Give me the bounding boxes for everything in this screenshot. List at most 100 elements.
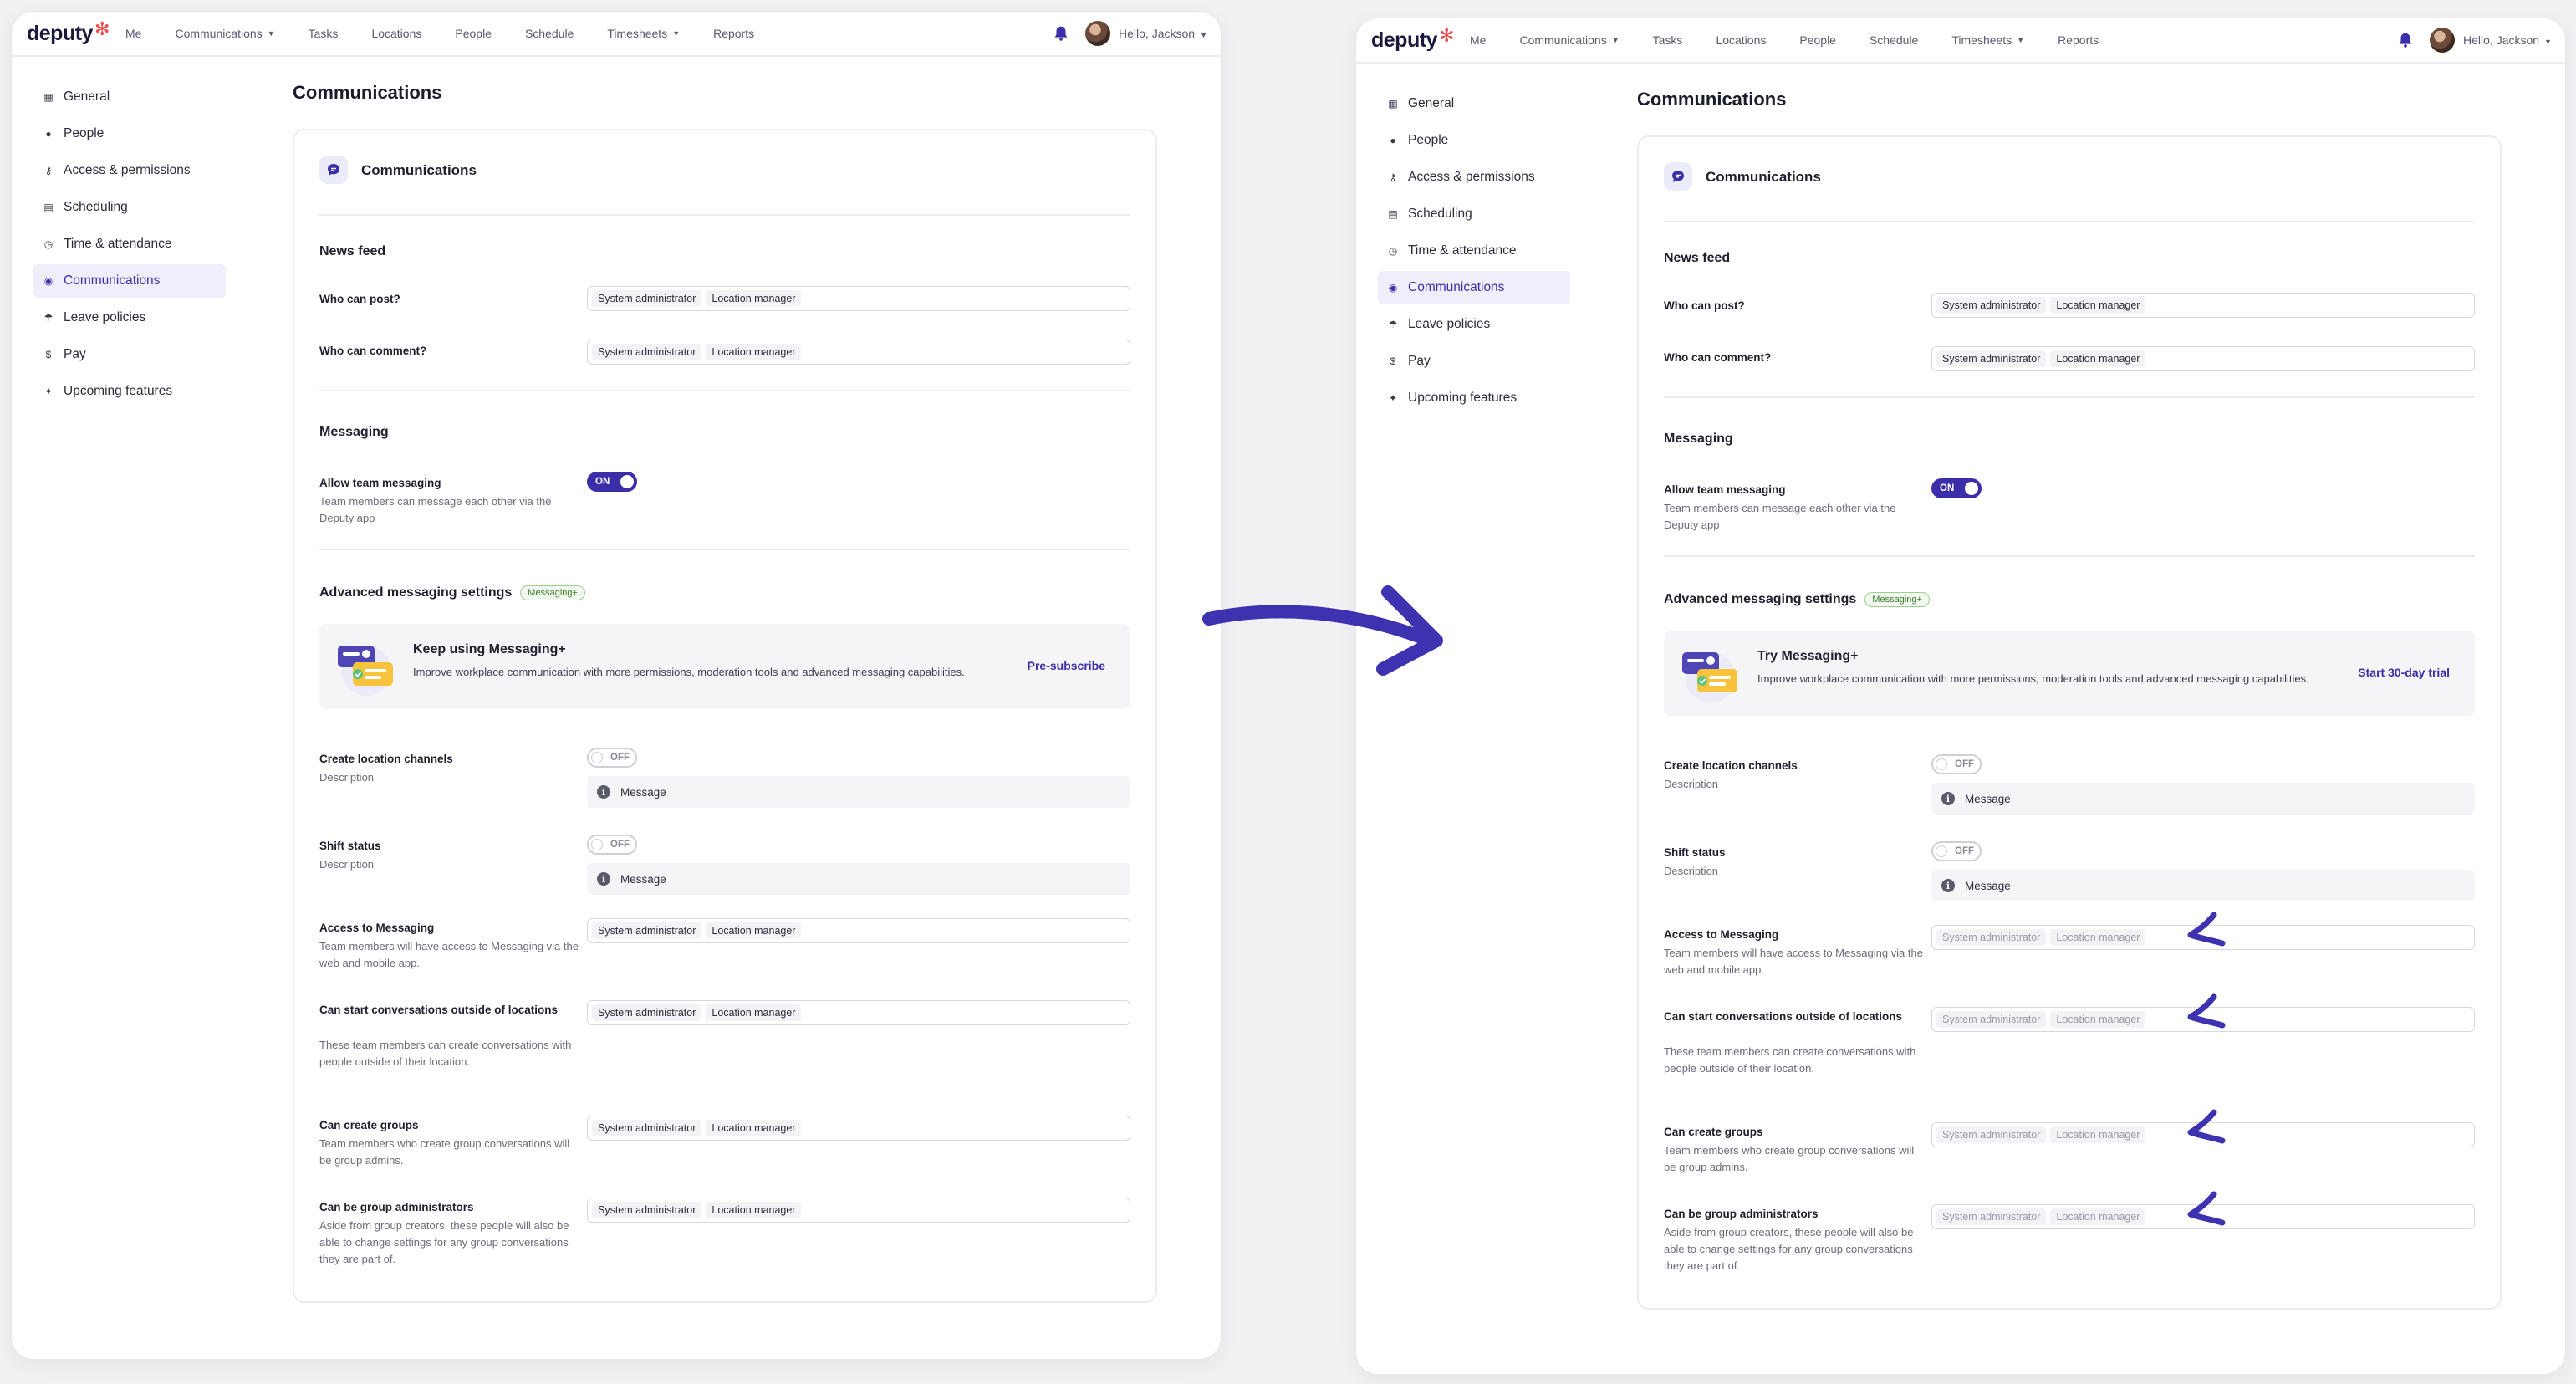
chip-location-manager[interactable]: Location manager bbox=[2050, 1126, 2146, 1143]
chip-system-administrator[interactable]: System administrator bbox=[592, 1004, 702, 1021]
sidebar-item-time[interactable]: ◷ Time & attendance bbox=[1378, 234, 1570, 268]
sidebar-item-general[interactable]: ▦ General bbox=[1378, 87, 1570, 120]
sidebar-item-upcoming[interactable]: ✦ Upcoming features bbox=[33, 375, 226, 408]
sidebar-item-people[interactable]: ● People bbox=[33, 117, 226, 151]
messaging-heading: Messaging bbox=[319, 425, 389, 439]
nav-me[interactable]: Me bbox=[1470, 33, 1486, 47]
nav-timesheets[interactable]: Timesheets ▼ bbox=[607, 27, 680, 40]
create-groups-select[interactable]: System administrator Location manager bbox=[587, 1116, 1130, 1141]
avatar[interactable] bbox=[2430, 28, 2456, 53]
advanced-heading: Advanced messaging settings Messaging+ bbox=[1664, 592, 1930, 607]
allow-team-messaging-toggle[interactable]: ON bbox=[587, 472, 637, 492]
create-location-channels-toggle[interactable]: OFF bbox=[587, 748, 637, 768]
chip-location-manager[interactable]: Location manager bbox=[706, 344, 802, 360]
chip-location-manager[interactable]: Location manager bbox=[706, 1120, 802, 1136]
allow-team-messaging-label: Allow team messaging bbox=[1664, 483, 1786, 496]
sidebar-item-leave[interactable]: ☂ Leave policies bbox=[33, 301, 226, 335]
info-icon: i bbox=[1941, 792, 1955, 805]
nav-timesheets[interactable]: Timesheets ▼ bbox=[1951, 33, 2024, 47]
who-can-post-select[interactable]: System administrator Location manager bbox=[1931, 293, 2475, 318]
sidebar-item-scheduling[interactable]: ▤ Scheduling bbox=[33, 191, 226, 224]
chip-location-manager[interactable]: Location manager bbox=[2050, 929, 2146, 946]
messaging-plus-promo: Keep using Messaging+ Improve workplace … bbox=[319, 624, 1130, 709]
chip-system-administrator[interactable]: System administrator bbox=[1936, 929, 2047, 946]
create-location-channels-toggle[interactable]: OFF bbox=[1931, 754, 1982, 774]
chat-icon: ◉ bbox=[1388, 282, 1398, 294]
who-can-comment-select[interactable]: System administrator Location manager bbox=[587, 340, 1130, 365]
who-can-post-select[interactable]: System administrator Location manager bbox=[587, 286, 1130, 311]
chat-bubbles-illustration-icon bbox=[338, 646, 393, 696]
nav-locations[interactable]: Locations bbox=[371, 27, 421, 40]
chip-location-manager[interactable]: Location manager bbox=[2050, 1011, 2146, 1028]
sidebar-item-access[interactable]: ⚷ Access & permissions bbox=[1378, 161, 1570, 194]
chip-location-manager[interactable]: Location manager bbox=[2050, 297, 2146, 314]
nav-locations[interactable]: Locations bbox=[1716, 33, 1766, 47]
shift-status-toggle[interactable]: OFF bbox=[1931, 841, 1982, 861]
chip-system-administrator[interactable]: System administrator bbox=[1936, 1126, 2047, 1143]
sidebar-item-scheduling[interactable]: ▤ Scheduling bbox=[1378, 197, 1570, 231]
chip-system-administrator[interactable]: System administrator bbox=[592, 1202, 702, 1218]
chip-location-manager[interactable]: Location manager bbox=[706, 1004, 802, 1021]
chip-system-administrator[interactable]: System administrator bbox=[592, 1120, 702, 1136]
chip-location-manager[interactable]: Location manager bbox=[706, 922, 802, 939]
sidebar-item-leave[interactable]: ☂ Leave policies bbox=[1378, 308, 1570, 341]
create-groups-label: Can create groups bbox=[1664, 1126, 1763, 1138]
avatar[interactable] bbox=[1085, 21, 1111, 46]
sidebar-item-pay[interactable]: $ Pay bbox=[1378, 345, 1570, 378]
sidebar-item-time[interactable]: ◷ Time & attendance bbox=[33, 227, 226, 261]
user-menu[interactable]: Hello, Jackson ▼ bbox=[1119, 27, 1207, 40]
chip-system-administrator[interactable]: System administrator bbox=[1936, 350, 2047, 367]
person-icon: ● bbox=[1390, 135, 1396, 146]
sidebar-item-access[interactable]: ⚷ Access & permissions bbox=[33, 154, 226, 187]
divider bbox=[1664, 396, 2475, 398]
chip-location-manager[interactable]: Location manager bbox=[2050, 1208, 2146, 1225]
nav-schedule[interactable]: Schedule bbox=[525, 27, 574, 40]
nav-people[interactable]: People bbox=[1799, 33, 1836, 47]
palm-tree-icon: ☂ bbox=[1388, 319, 1398, 330]
group-admins-select[interactable]: System administrator Location manager bbox=[587, 1198, 1130, 1223]
create-groups-desc: Team members who create group conversati… bbox=[319, 1137, 570, 1167]
chip-system-administrator[interactable]: System administrator bbox=[592, 344, 702, 360]
nav-me[interactable]: Me bbox=[125, 27, 141, 40]
access-to-messaging-select[interactable]: System administrator Location manager bbox=[587, 918, 1130, 943]
sidebar-item-upcoming[interactable]: ✦ Upcoming features bbox=[1378, 381, 1570, 415]
deputy-logo[interactable]: deputy ✻ bbox=[27, 20, 125, 46]
promo-cta-link[interactable]: Start 30-day trial bbox=[2358, 666, 2450, 679]
create-groups-desc: Team members who create group conversati… bbox=[1664, 1144, 1915, 1173]
who-can-comment-select[interactable]: System administrator Location manager bbox=[1931, 346, 2475, 371]
nav-tasks[interactable]: Tasks bbox=[309, 27, 339, 40]
start-conversations-select[interactable]: System administrator Location manager bbox=[587, 1000, 1130, 1025]
sidebar-item-communications[interactable]: ◉ Communications bbox=[1378, 271, 1570, 304]
chip-location-manager[interactable]: Location manager bbox=[706, 1202, 802, 1218]
sidebar-item-communications[interactable]: ◉ Communications bbox=[33, 264, 226, 298]
nav-people[interactable]: People bbox=[455, 27, 492, 40]
chat-bubbles-illustration-icon bbox=[1682, 652, 1737, 702]
chip-system-administrator[interactable]: System administrator bbox=[1936, 1011, 2047, 1028]
user-menu[interactable]: Hello, Jackson ▼ bbox=[2463, 33, 2552, 47]
promo-cta-link[interactable]: Pre-subscribe bbox=[1028, 659, 1105, 672]
sidebar-item-general[interactable]: ▦ General bbox=[33, 80, 226, 114]
chip-system-administrator[interactable]: System administrator bbox=[592, 922, 702, 939]
sidebar-item-people[interactable]: ● People bbox=[1378, 124, 1570, 157]
allow-team-messaging-toggle[interactable]: ON bbox=[1931, 478, 1982, 498]
shift-status-toggle[interactable]: OFF bbox=[587, 835, 637, 855]
chip-system-administrator[interactable]: System administrator bbox=[1936, 297, 2047, 314]
nav-schedule[interactable]: Schedule bbox=[1870, 33, 1918, 47]
nav-communications[interactable]: Communications ▼ bbox=[1519, 33, 1619, 47]
nav-tasks[interactable]: Tasks bbox=[1653, 33, 1683, 47]
group-admins-label: Can be group administrators bbox=[319, 1201, 474, 1213]
deputy-logo[interactable]: deputy ✻ bbox=[1371, 27, 1470, 53]
nav-reports[interactable]: Reports bbox=[2058, 33, 2099, 47]
chip-system-administrator[interactable]: System administrator bbox=[1936, 1208, 2047, 1225]
messaging-plus-promo: Try Messaging+ Improve workplace communi… bbox=[1664, 631, 2475, 716]
nav-reports[interactable]: Reports bbox=[713, 27, 754, 40]
nav-communications[interactable]: Communications ▼ bbox=[175, 27, 274, 40]
sparkle-icon: ✦ bbox=[43, 386, 54, 397]
bell-icon[interactable] bbox=[1052, 24, 1070, 43]
bell-icon[interactable] bbox=[2396, 31, 2415, 49]
chip-system-administrator[interactable]: System administrator bbox=[592, 290, 702, 307]
chip-location-manager[interactable]: Location manager bbox=[706, 290, 802, 307]
create-location-channels-info: i Message bbox=[587, 776, 1130, 808]
sidebar-item-pay[interactable]: $ Pay bbox=[33, 338, 226, 371]
chip-location-manager[interactable]: Location manager bbox=[2050, 350, 2146, 367]
